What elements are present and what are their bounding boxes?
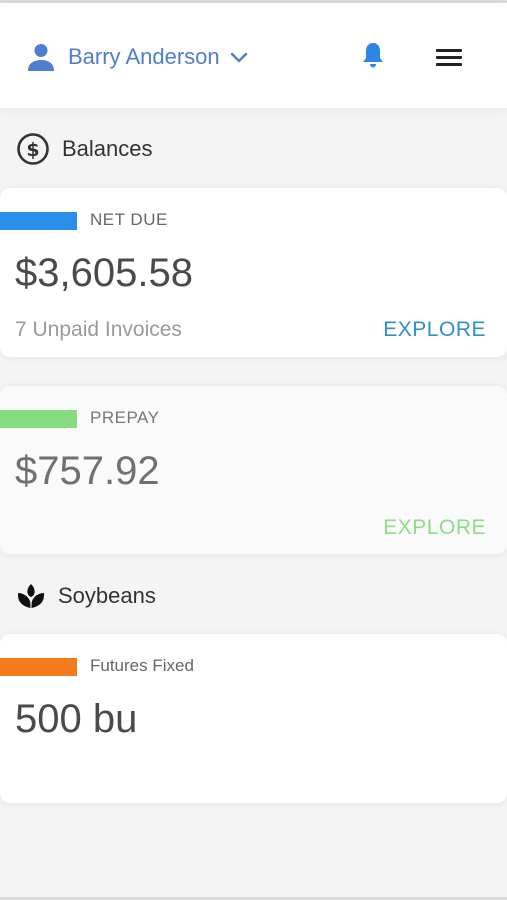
app-header: Barry Anderson	[0, 3, 507, 108]
prepay-card: PREPAY $757.92 EXPLORE	[0, 386, 507, 554]
unpaid-invoices-count: 7 Unpaid Invoices	[15, 318, 182, 341]
svg-text:$: $	[26, 139, 39, 161]
balances-section-header: $ Balances	[16, 131, 153, 167]
net-due-card: NET DUE $3,605.58 7 Unpaid Invoices EXPL…	[0, 188, 507, 357]
section-title: Soybeans	[58, 583, 156, 608]
card-label: PREPAY	[90, 408, 160, 427]
card-amount: $3,605.58	[15, 251, 193, 295]
net-due-color-stripe	[0, 212, 77, 230]
section-title: Balances	[62, 136, 153, 161]
sprout-icon	[18, 584, 44, 608]
futures-fixed-card: Futures Fixed 500 bu	[0, 634, 507, 803]
prepay-color-stripe	[0, 410, 77, 428]
person-icon	[28, 44, 54, 71]
card-label: Futures Fixed	[90, 656, 194, 675]
explore-button[interactable]: EXPLORE	[383, 516, 486, 540]
soybeans-section-header: Soybeans	[16, 578, 156, 614]
card-amount: 500 bu	[15, 697, 138, 741]
futures-fixed-color-stripe	[0, 658, 77, 676]
hamburger-menu-icon[interactable]	[436, 47, 464, 69]
card-label: NET DUE	[90, 210, 168, 229]
user-name: Barry Anderson	[68, 44, 220, 69]
dollar-circle-icon: $	[17, 133, 49, 165]
card-amount: $757.92	[15, 449, 160, 493]
chevron-down-icon	[230, 52, 247, 63]
explore-button[interactable]: EXPLORE	[383, 318, 486, 342]
user-switcher[interactable]: Barry Anderson	[26, 39, 248, 75]
bell-icon[interactable]	[361, 41, 385, 69]
